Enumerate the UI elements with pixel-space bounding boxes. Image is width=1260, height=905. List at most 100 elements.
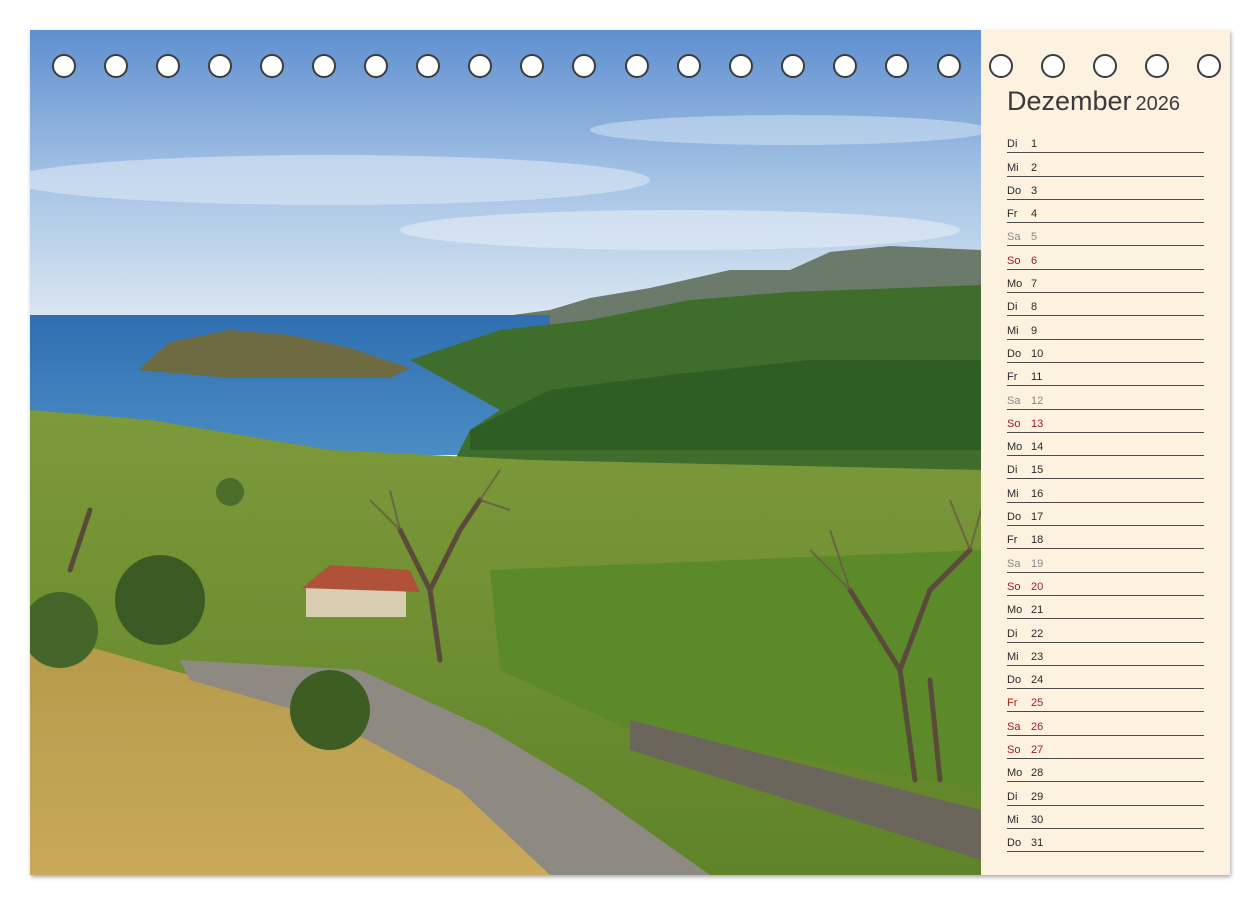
day-number: 27 [1031, 744, 1044, 757]
binding-ring [364, 54, 389, 78]
day-list: Di 1 Mi 2 Do 3 Fr 4 Sa 5 So 6 Mo 7 Di 8 Mi 9 Do 10 Fr 11 Sa 12 S… [1007, 130, 1204, 853]
weekday-label: So [1007, 254, 1021, 267]
day-number: 25 [1031, 697, 1044, 710]
day-number: 18 [1031, 534, 1044, 547]
coastal-vineyard-illustration [30, 30, 981, 875]
calendar-page: Dezember 2026 Di 1 Mi 2 Do 3 Fr 4 Sa 5 So 6 Mo 7 Di 8 Mi 9… [30, 30, 1230, 875]
binding-ring [312, 54, 337, 78]
binding-ring [52, 54, 76, 78]
weekday-label: Fr [1007, 534, 1018, 547]
day-row: Fr 18 [1007, 526, 1204, 550]
day-number: 15 [1031, 464, 1044, 477]
day-number: 22 [1031, 627, 1044, 640]
day-row: Do 3 [1007, 177, 1204, 200]
weekday-label: So [1007, 580, 1021, 593]
day-number: 23 [1031, 650, 1044, 663]
weekday-label: Mo [1007, 278, 1023, 291]
day-number: 29 [1031, 790, 1044, 803]
day-row: So 20 [1007, 573, 1204, 596]
binding-ring [884, 54, 909, 78]
day-row: Sa 26 [1007, 712, 1204, 736]
month-year: 2026 [1135, 93, 1181, 115]
binding-ring [520, 54, 545, 78]
day-row: Di 1 [1007, 130, 1204, 154]
spiral-binding [52, 54, 1222, 82]
weekday-label: Sa [1007, 394, 1021, 407]
day-number: 26 [1031, 720, 1044, 733]
day-number: 5 [1031, 231, 1038, 244]
day-row: Do 17 [1007, 503, 1204, 527]
day-row: Fr 11 [1007, 363, 1204, 387]
weekday-label: Sa [1007, 231, 1021, 244]
day-row: Di 22 [1007, 619, 1204, 643]
binding-ring [832, 54, 857, 78]
day-row: Mi 30 [1007, 806, 1204, 829]
binding-ring [468, 54, 493, 78]
weekday-label: Do [1007, 674, 1022, 687]
day-number: 20 [1031, 580, 1044, 593]
day-row: Fr 4 [1007, 200, 1204, 224]
binding-ring [936, 54, 961, 78]
day-number: 11 [1031, 371, 1043, 384]
binding-ring [728, 54, 753, 78]
binding-ring [780, 54, 805, 78]
weekday-label: Di [1007, 138, 1018, 151]
weekday-label: Fr [1007, 697, 1018, 710]
day-number: 12 [1031, 394, 1044, 407]
weekday-label: Sa [1007, 557, 1021, 570]
landscape-photo [30, 30, 981, 875]
weekday-label: So [1007, 417, 1021, 430]
day-number: 13 [1031, 417, 1044, 430]
weekday-label: Do [1007, 837, 1022, 850]
day-number: 1 [1031, 138, 1038, 151]
day-row: So 6 [1007, 246, 1204, 270]
weekday-label: Do [1007, 511, 1022, 524]
day-number: 17 [1031, 511, 1044, 524]
day-row: Di 8 [1007, 293, 1204, 317]
day-row: Sa 5 [1007, 223, 1204, 247]
weekday-label: Fr [1007, 371, 1018, 384]
day-row: Do 10 [1007, 340, 1204, 363]
weekday-label: Do [1007, 184, 1022, 197]
binding-ring [676, 54, 701, 78]
day-number: 6 [1031, 254, 1038, 267]
day-row: So 27 [1007, 736, 1204, 760]
weekday-label: Mi [1007, 161, 1019, 174]
day-row: Mo 21 [1007, 596, 1204, 620]
day-number: 2 [1031, 161, 1038, 174]
day-number: 24 [1031, 674, 1044, 687]
weekday-label: Di [1007, 301, 1018, 314]
day-row: Mi 9 [1007, 316, 1204, 340]
binding-ring [208, 54, 233, 78]
binding-ring [1040, 54, 1065, 78]
day-row: Mo 14 [1007, 433, 1204, 457]
weekday-label: Di [1007, 790, 1018, 803]
weekday-label: Mo [1007, 441, 1023, 454]
binding-ring [416, 54, 441, 78]
weekday-label: Mo [1007, 767, 1023, 780]
weekday-label: Mi [1007, 487, 1019, 500]
day-row: Di 15 [1007, 456, 1204, 480]
day-number: 9 [1031, 324, 1038, 337]
day-number: 3 [1031, 184, 1038, 197]
day-number: 30 [1031, 813, 1044, 826]
day-number: 14 [1031, 441, 1044, 454]
month-title: Dezember 2026 [1007, 86, 1180, 117]
binding-ring [104, 54, 129, 78]
day-row: So 13 [1007, 410, 1204, 433]
day-row: Mo 28 [1007, 759, 1204, 783]
binding-ring [624, 54, 649, 78]
day-number: 16 [1031, 487, 1044, 500]
weekday-label: Mi [1007, 650, 1019, 663]
binding-ring [156, 54, 181, 78]
binding-ring [1197, 54, 1221, 78]
weekday-label: Do [1007, 347, 1022, 360]
weekday-label: Mi [1007, 324, 1019, 337]
binding-ring [572, 54, 597, 78]
calendar-panel: Dezember 2026 Di 1 Mi 2 Do 3 Fr 4 Sa 5 So 6 Mo 7 Di 8 Mi 9… [981, 30, 1230, 875]
day-row: Sa 19 [1007, 549, 1204, 573]
binding-ring [260, 54, 285, 78]
day-row: Do 24 [1007, 666, 1204, 690]
day-row: Mi 16 [1007, 479, 1204, 503]
binding-ring [1092, 54, 1117, 78]
